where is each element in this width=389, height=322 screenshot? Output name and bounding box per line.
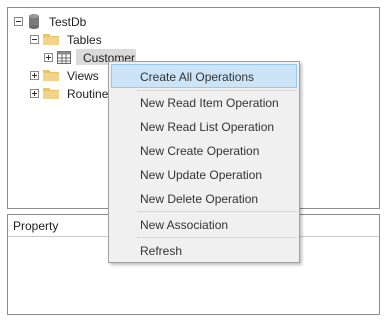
menu-item-new-read-item-operation[interactable]: New Read Item Operation xyxy=(111,90,297,114)
collapse-toggle-tables[interactable] xyxy=(30,35,39,44)
tree-node-label-tables[interactable]: Tables xyxy=(67,33,102,47)
menu-item-new-delete-operation[interactable]: New Delete Operation xyxy=(111,186,297,210)
menu-item-label: New Association xyxy=(140,218,229,232)
menu-item-label: Refresh xyxy=(140,244,183,258)
menu-item-label: New Update Operation xyxy=(140,168,263,182)
menu-item-new-read-list-operation[interactable]: New Read List Operation xyxy=(111,114,297,138)
folder-icon xyxy=(42,68,60,82)
tree-node-label-views[interactable]: Views xyxy=(67,69,99,83)
menu-item-new-update-operation[interactable]: New Update Operation xyxy=(111,162,297,186)
menu-item-label: Create All Operations xyxy=(140,70,255,84)
database-icon xyxy=(28,13,40,29)
folder-icon xyxy=(42,32,60,46)
expand-toggle-customer[interactable] xyxy=(44,53,53,62)
menu-item-label: New Read List Operation xyxy=(140,120,275,134)
menu-item-label: New Create Operation xyxy=(140,144,260,158)
menu-item-label: New Delete Operation xyxy=(140,192,259,206)
menu-item-new-association[interactable]: New Association xyxy=(111,212,297,236)
expand-toggle-views[interactable] xyxy=(30,71,39,80)
expand-toggle-routines[interactable] xyxy=(30,89,39,98)
context-menu: Create All Operations New Read Item Oper… xyxy=(108,61,300,263)
menu-item-refresh[interactable]: Refresh xyxy=(111,238,297,262)
tree-node-label-routines[interactable]: Routine xyxy=(67,87,108,101)
menu-item-new-create-operation[interactable]: New Create Operation xyxy=(111,138,297,162)
table-icon xyxy=(57,51,71,64)
menu-item-label: New Read Item Operation xyxy=(140,96,279,110)
folder-icon xyxy=(42,86,60,100)
menu-item-create-all-operations[interactable]: Create All Operations xyxy=(111,64,297,88)
collapse-toggle-testdb[interactable] xyxy=(14,17,23,26)
tree-node-label-testdb[interactable]: TestDb xyxy=(49,15,86,29)
property-header-label: Property xyxy=(13,219,59,233)
